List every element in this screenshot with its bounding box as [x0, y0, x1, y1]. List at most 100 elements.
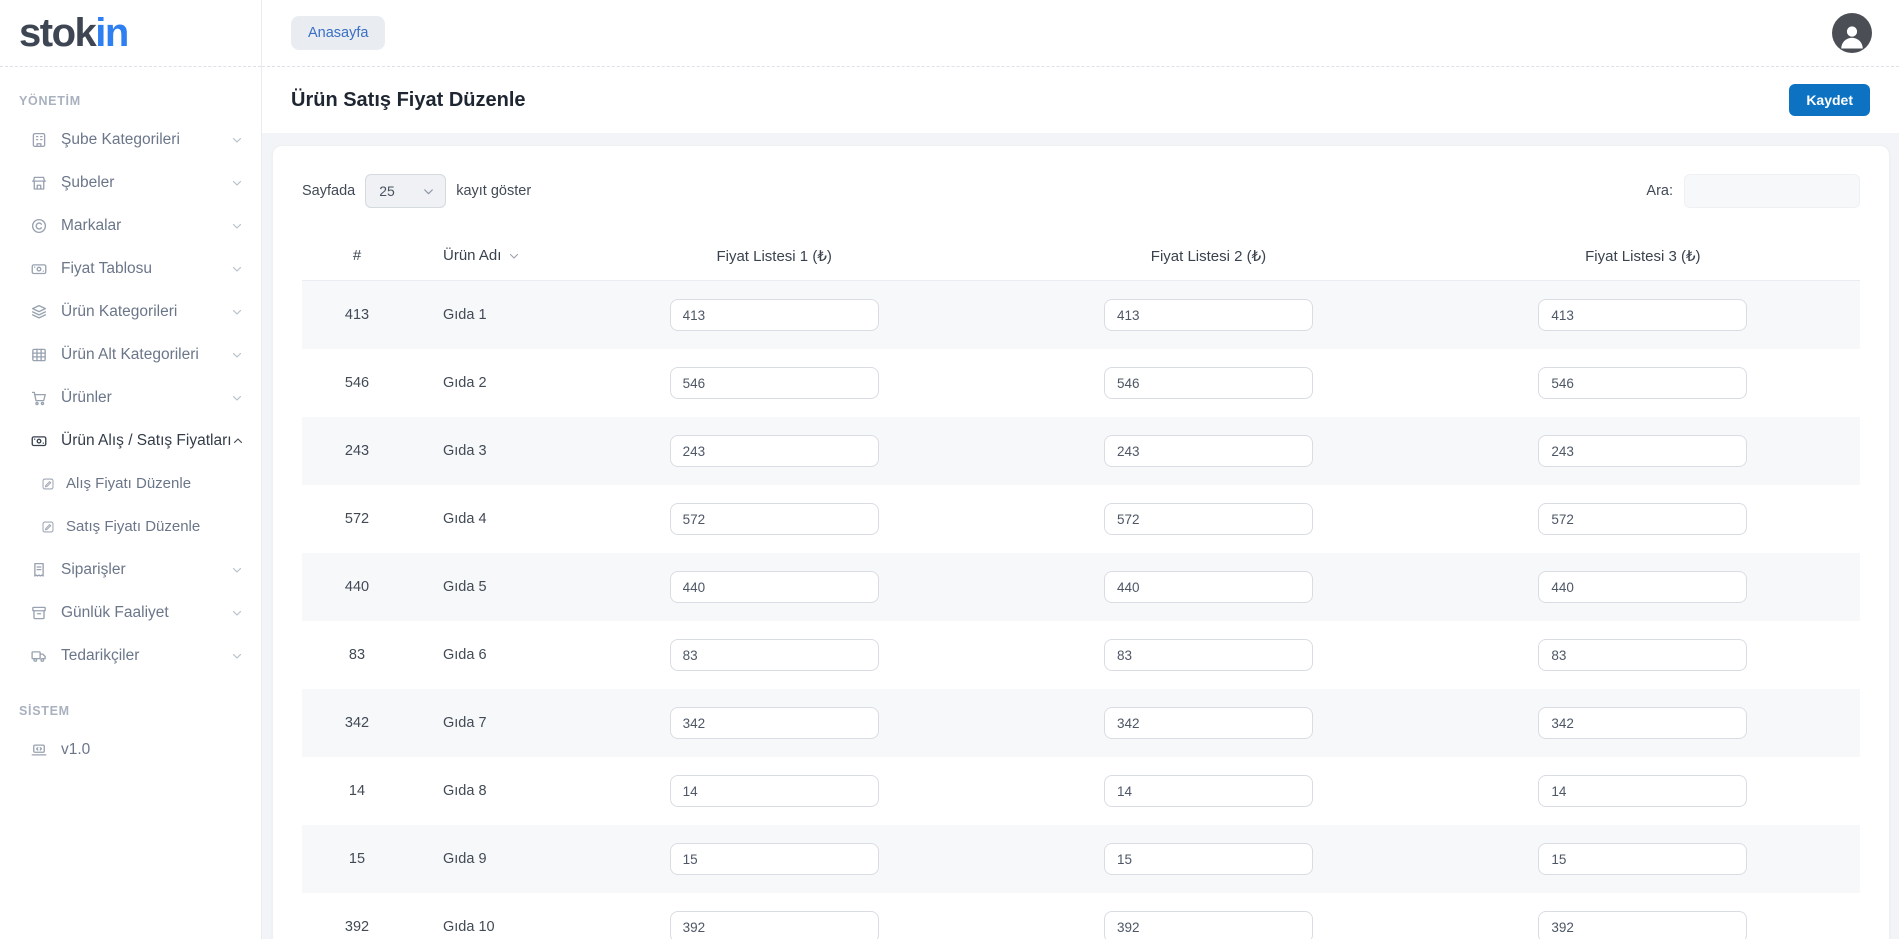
- column-header-id: #: [352, 247, 362, 264]
- banknote-icon: [30, 432, 48, 450]
- price-cell-2: [991, 367, 1425, 399]
- sidebar-subitem-alis-fiyati-duzenle[interactable]: Alış Fiyatı Düzenle: [0, 462, 261, 505]
- sidebar-item-label: Siparişler: [61, 560, 126, 578]
- chevron-up-icon: [232, 435, 244, 447]
- sidebar: stokin YÖNETİM Şube Kategorileri Şubeler…: [0, 0, 262, 939]
- price-input-2[interactable]: [1103, 707, 1313, 739]
- page-size-select[interactable]: 25: [365, 174, 447, 208]
- brand-logo: stokin: [19, 11, 129, 55]
- price-input-1[interactable]: [669, 435, 879, 467]
- price-input-1[interactable]: [669, 299, 879, 331]
- sidebar-item-fiyat-tablosu[interactable]: Fiyat Tablosu: [0, 247, 261, 290]
- chevron-down-icon: [231, 349, 243, 361]
- price-cell-1: [557, 435, 991, 467]
- sidebar-item-tedarikciler[interactable]: Tedarikçiler: [0, 634, 261, 677]
- sidebar-subitem-label: Alış Fiyatı Düzenle: [66, 475, 192, 492]
- sidebar-item-urun-kategorileri[interactable]: Ürün Kategorileri: [0, 290, 261, 333]
- sidebar-item-urun-alis-satis-fiyatlari[interactable]: Ürün Alış / Satış Fiyatları: [0, 419, 261, 462]
- sidebar-item-urun-alt-kategorileri[interactable]: Ürün Alt Kategorileri: [0, 333, 261, 376]
- layers-icon: [30, 303, 48, 321]
- search-label: Ara:: [1646, 183, 1673, 199]
- price-input-2[interactable]: [1103, 639, 1313, 671]
- price-input-2[interactable]: [1103, 367, 1313, 399]
- price-input-1[interactable]: [669, 843, 879, 875]
- sidebar-item-siparisler[interactable]: Siparişler: [0, 548, 261, 591]
- price-input-2[interactable]: [1103, 843, 1313, 875]
- row-id: 413: [344, 307, 370, 323]
- row-name: Gıda 7: [443, 715, 487, 731]
- table-row: 14 Gıda 8: [302, 757, 1860, 825]
- row-id: 14: [348, 783, 366, 799]
- price-input-3[interactable]: [1538, 639, 1748, 671]
- sidebar-item-label: v1.0: [61, 740, 91, 758]
- price-input-2[interactable]: [1103, 911, 1313, 939]
- sidebar-item-sube-kategorileri[interactable]: Şube Kategorileri: [0, 118, 261, 161]
- sidebar-item-label: Ürün Alış / Satış Fiyatları: [61, 431, 232, 449]
- price-cell-1: [557, 775, 991, 807]
- breadcrumb-anasayfa[interactable]: Anasayfa: [291, 16, 386, 50]
- table-card: Sayfada 25 kayıt göster Ara: # Ürün Adı …: [272, 145, 1890, 939]
- price-input-3[interactable]: [1538, 299, 1748, 331]
- price-input-1[interactable]: [669, 911, 879, 939]
- column-header-name[interactable]: Ürün Adı: [412, 247, 557, 264]
- column-header-price2: Fiyat Listesi 2 (₺): [1150, 247, 1267, 265]
- price-input-3[interactable]: [1538, 435, 1748, 467]
- price-input-2[interactable]: [1103, 435, 1313, 467]
- laptop-icon: [30, 741, 48, 759]
- price-input-3[interactable]: [1538, 503, 1748, 535]
- logo-text-dark: stok: [19, 11, 97, 55]
- price-input-2[interactable]: [1103, 503, 1313, 535]
- row-name: Gıda 9: [443, 851, 487, 867]
- sidebar-item-urunler[interactable]: Ürünler: [0, 376, 261, 419]
- sidebar-item-version[interactable]: v1.0: [0, 728, 261, 771]
- price-input-1[interactable]: [669, 571, 879, 603]
- page-size-prefix-label: Sayfada: [302, 183, 356, 199]
- content: Sayfada 25 kayıt göster Ara: # Ürün Adı …: [262, 133, 1899, 939]
- sidebar-item-gunluk-faaliyet[interactable]: Günlük Faaliyet: [0, 591, 261, 634]
- price-input-3[interactable]: [1538, 367, 1748, 399]
- chevron-down-icon: [231, 263, 243, 275]
- price-cell-3: [1426, 503, 1860, 535]
- table-row: 342 Gıda 7: [302, 689, 1860, 757]
- price-input-3[interactable]: [1538, 707, 1748, 739]
- column-header-price3: Fiyat Listesi 3 (₺): [1585, 247, 1701, 265]
- price-input-3[interactable]: [1538, 775, 1748, 807]
- sidebar-item-label: Günlük Faaliyet: [61, 603, 169, 621]
- price-input-3[interactable]: [1538, 911, 1748, 939]
- price-input-3[interactable]: [1538, 571, 1748, 603]
- price-input-2[interactable]: [1103, 571, 1313, 603]
- user-avatar[interactable]: [1832, 13, 1872, 53]
- table-row: 243 Gıda 3: [302, 417, 1860, 485]
- row-name: Gıda 2: [443, 375, 487, 391]
- sidebar-item-label: Markalar: [61, 216, 122, 234]
- row-name: Gıda 5: [443, 579, 487, 595]
- search-input[interactable]: [1684, 174, 1860, 208]
- sidebar-item-subeler[interactable]: Şubeler: [0, 161, 261, 204]
- storefront-icon: [30, 174, 48, 192]
- price-cell-1: [557, 503, 991, 535]
- price-cell-3: [1426, 435, 1860, 467]
- price-input-2[interactable]: [1103, 775, 1313, 807]
- chevron-down-icon: [231, 306, 243, 318]
- brand-icon: [30, 217, 48, 235]
- row-id: 83: [348, 647, 366, 663]
- price-input-1[interactable]: [669, 367, 879, 399]
- sidebar-subitem-satis-fiyati-duzenle[interactable]: Satış Fiyatı Düzenle: [0, 505, 261, 548]
- price-input-2[interactable]: [1103, 299, 1313, 331]
- price-input-1[interactable]: [669, 775, 879, 807]
- search-control: Ara:: [1646, 174, 1860, 208]
- price-input-3[interactable]: [1538, 843, 1748, 875]
- sidebar-item-markalar[interactable]: Markalar: [0, 204, 261, 247]
- row-name: Gıda 1: [443, 307, 487, 323]
- price-input-1[interactable]: [669, 707, 879, 739]
- chevron-down-icon: [231, 220, 243, 232]
- table-row: 392 Gıda 10: [302, 893, 1860, 939]
- price-input-1[interactable]: [669, 503, 879, 535]
- price-cell-3: [1426, 707, 1860, 739]
- price-input-1[interactable]: [669, 639, 879, 671]
- chevron-down-icon: [231, 650, 243, 662]
- sidebar-item-label: Tedarikçiler: [61, 646, 140, 664]
- save-button[interactable]: Kaydet: [1789, 84, 1870, 116]
- row-name: Gıda 3: [443, 443, 487, 459]
- sidebar-section-label: SİSTEM: [19, 704, 70, 718]
